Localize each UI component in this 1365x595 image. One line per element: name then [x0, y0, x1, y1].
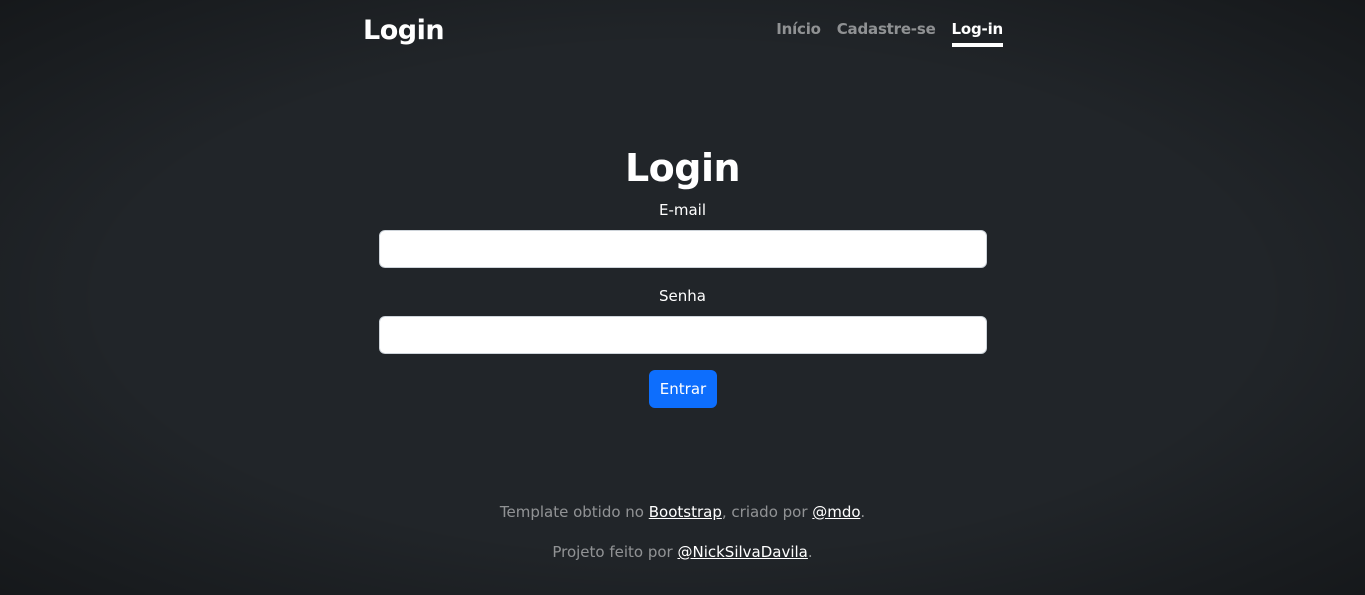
main-nav: Início Cadastre-se Log-in [776, 19, 1003, 47]
footer-author-line: Projeto feito por @NickSilvaDavila. [0, 542, 1365, 562]
footer-text: . [807, 543, 813, 561]
submit-button[interactable]: Entrar [649, 370, 717, 408]
bootstrap-link[interactable]: Bootstrap [649, 503, 722, 521]
mdo-link[interactable]: @mdo [812, 503, 860, 521]
footer-text: . [860, 503, 866, 521]
footer-text: Template obtido no [499, 503, 649, 521]
nav-link-cadastre-se[interactable]: Cadastre-se [837, 19, 936, 47]
nav-link-inicio[interactable]: Início [776, 19, 821, 47]
footer-text: Projeto feito por [552, 543, 678, 561]
footer-credit-line: Template obtido no Bootstrap, criado por… [0, 502, 1365, 522]
nav-link-log-in[interactable]: Log-in [951, 19, 1003, 47]
footer-text: , criado por [721, 503, 813, 521]
password-label: Senha [659, 287, 706, 305]
page-title: Login [624, 146, 741, 190]
password-input[interactable] [379, 316, 987, 354]
email-input[interactable] [379, 230, 987, 268]
site-header: Login Início Cadastre-se Log-in [363, 0, 1003, 60]
author-link[interactable]: @NickSilvaDavila [677, 543, 807, 561]
email-label: E-mail [658, 201, 707, 219]
brand-title: Login [363, 15, 445, 46]
